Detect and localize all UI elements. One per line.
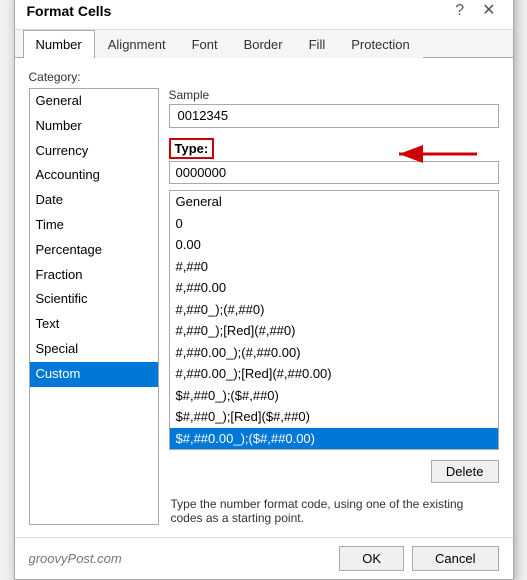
category-accounting[interactable]: Accounting (30, 163, 158, 188)
category-number[interactable]: Number (30, 114, 158, 139)
dialog-footer: groovyPost.com OK Cancel (15, 537, 513, 579)
dialog-title: Format Cells (27, 3, 112, 27)
delete-row: Delete (169, 460, 499, 483)
format-item-general[interactable]: General (170, 191, 498, 213)
category-label: Category: (29, 70, 499, 84)
tab-number[interactable]: Number (23, 30, 95, 58)
format-item-hash0[interactable]: #,##0 (170, 256, 498, 278)
type-label: Type: (169, 138, 215, 159)
format-item-hash0.00-red[interactable]: #,##0.00_);[Red](#,##0.00) (170, 363, 498, 385)
category-text[interactable]: Text (30, 312, 158, 337)
format-cells-dialog: Format Cells ? ✕ Number Alignment Font B… (14, 0, 514, 580)
cancel-button[interactable]: Cancel (412, 546, 498, 571)
format-item-dollar-red[interactable]: $#,##0_);[Red]($#,##0) (170, 406, 498, 428)
tab-content: Category: General Number Currency Accoun… (15, 58, 513, 537)
watermark-text: groovyPost.com (29, 551, 122, 566)
format-item-hash0.00[interactable]: #,##0.00 (170, 277, 498, 299)
right-panel: Sample 0012345 Type: (169, 88, 499, 525)
category-percentage[interactable]: Percentage (30, 238, 158, 263)
main-area: General Number Currency Accounting Date … (29, 88, 499, 525)
category-list[interactable]: General Number Currency Accounting Date … (29, 88, 159, 525)
category-special[interactable]: Special (30, 337, 158, 362)
help-button[interactable]: ? (450, 1, 469, 21)
category-date[interactable]: Date (30, 188, 158, 213)
category-general[interactable]: General (30, 89, 158, 114)
category-fraction[interactable]: Fraction (30, 263, 158, 288)
format-item-dollar-00-paren[interactable]: $#,##0.00_);($#,##0.00) (170, 428, 498, 450)
category-time[interactable]: Time (30, 213, 158, 238)
format-item-0.00[interactable]: 0.00 (170, 234, 498, 256)
format-item-dollar-paren[interactable]: $#,##0_);($#,##0) (170, 385, 498, 407)
tab-bar: Number Alignment Font Border Fill Protec… (15, 30, 513, 58)
sample-value: 0012345 (169, 104, 499, 128)
category-scientific[interactable]: Scientific (30, 287, 158, 312)
tab-border[interactable]: Border (231, 30, 296, 58)
tab-fill[interactable]: Fill (296, 30, 339, 58)
hint-text: Type the number format code, using one o… (169, 497, 499, 525)
tab-font[interactable]: Font (179, 30, 231, 58)
footer-buttons: OK Cancel (339, 546, 498, 571)
sample-section: Sample 0012345 (169, 88, 499, 128)
tab-alignment[interactable]: Alignment (95, 30, 179, 58)
category-custom[interactable]: Custom (30, 362, 158, 387)
type-input[interactable] (169, 161, 499, 184)
category-currency[interactable]: Currency (30, 139, 158, 164)
delete-button[interactable]: Delete (431, 460, 499, 483)
format-item-hash0-red[interactable]: #,##0_);[Red](#,##0) (170, 320, 498, 342)
category-panel: General Number Currency Accounting Date … (29, 88, 159, 525)
type-wrapper: Type: (169, 138, 499, 184)
type-label-row: Type: (169, 138, 499, 159)
tab-protection[interactable]: Protection (338, 30, 423, 58)
format-item-0[interactable]: 0 (170, 213, 498, 235)
sample-label: Sample (169, 88, 499, 102)
format-item-hash0.00-paren[interactable]: #,##0.00_);(#,##0.00) (170, 342, 498, 364)
title-bar: Format Cells ? ✕ (15, 0, 513, 30)
title-bar-buttons: ? ✕ (450, 1, 500, 29)
format-item-hash0-paren[interactable]: #,##0_);(#,##0) (170, 299, 498, 321)
ok-button[interactable]: OK (339, 546, 404, 571)
format-list[interactable]: General 0 0.00 #,##0 #,##0.00 #,##0_);(#… (169, 190, 499, 450)
close-button[interactable]: ✕ (477, 1, 500, 21)
